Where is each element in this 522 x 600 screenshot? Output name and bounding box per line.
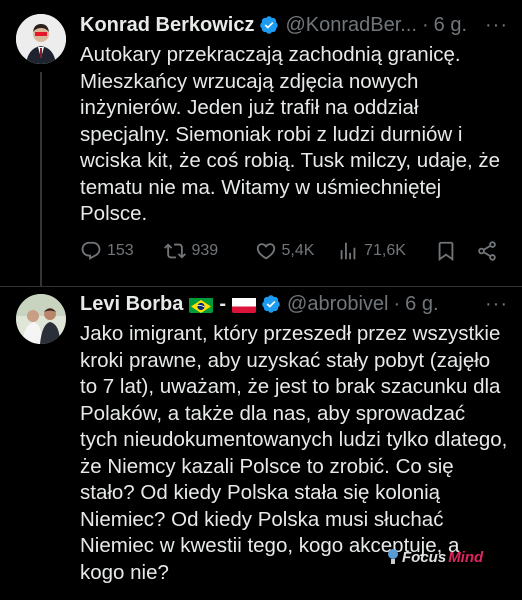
views-icon xyxy=(340,242,356,260)
author-handle[interactable]: @KonradBer... xyxy=(285,12,416,38)
repost-button[interactable]: 939 xyxy=(164,240,254,262)
poland-flag-icon xyxy=(232,296,257,313)
author-handle[interactable]: @abrobivel xyxy=(287,291,388,317)
reply-count: 153 xyxy=(107,242,134,259)
like-button[interactable]: 5,4K xyxy=(255,240,338,262)
tweet-time[interactable]: 6 g. xyxy=(405,291,438,317)
author-name[interactable]: Konrad Berkowicz xyxy=(80,12,254,38)
separator-dot: · xyxy=(393,293,401,315)
tweet-content: Levi Borba - @abrobivel · 6 g. ··· Jako … xyxy=(80,291,508,586)
tweet-text: Autokary przekraczają zachodnią granicę.… xyxy=(80,43,501,225)
bookmark-button[interactable] xyxy=(435,240,476,262)
tweet-content: Konrad Berkowicz @KonradBer... · 6 g. ··… xyxy=(80,12,508,228)
share-button[interactable] xyxy=(476,240,498,262)
repost-count: 939 xyxy=(191,242,219,259)
watermark-text-focus: Focus xyxy=(402,548,447,566)
avatar-konrad[interactable] xyxy=(16,14,66,64)
repost-icon xyxy=(164,243,187,259)
reply-button[interactable]: 153 xyxy=(80,240,164,262)
tweet-header: Konrad Berkowicz @KonradBer... · 6 g. ··… xyxy=(80,12,508,38)
lightbulb-icon xyxy=(388,549,398,564)
share-icon xyxy=(478,241,496,261)
reply-icon xyxy=(81,241,101,260)
views-count: 71,6K xyxy=(364,242,406,259)
bookmark-icon xyxy=(438,241,454,262)
tweet-konrad[interactable]: Konrad Berkowicz @KonradBer... · 6 g. ··… xyxy=(0,0,522,287)
verified-badge-icon xyxy=(259,15,279,35)
tweet-time[interactable]: 6 g. xyxy=(434,12,467,38)
like-count: 5,4K xyxy=(281,242,315,259)
more-icon[interactable]: ··· xyxy=(485,12,508,38)
avatar-levi[interactable] xyxy=(16,294,66,344)
watermark-text-mind: Mind xyxy=(448,548,484,566)
tweet-actions: 153 939 5,4K 71,6K xyxy=(80,240,498,262)
brazil-flag-icon xyxy=(189,296,214,313)
name-separator: - xyxy=(219,293,227,315)
views-button[interactable]: 71,6K xyxy=(337,240,435,262)
more-icon[interactable]: ··· xyxy=(485,291,508,317)
tweet-header: Levi Borba - @abrobivel · 6 g. ··· xyxy=(80,291,508,317)
watermark-logo: Focus Mind xyxy=(386,548,483,566)
separator-dot: · xyxy=(421,14,429,36)
verified-badge-icon xyxy=(261,294,281,314)
author-name[interactable]: Levi Borba xyxy=(80,291,183,317)
thread-line xyxy=(40,72,42,286)
tweet-text: Jako imigrant, który przeszedł przez wsz… xyxy=(80,322,508,584)
heart-icon xyxy=(256,243,275,260)
